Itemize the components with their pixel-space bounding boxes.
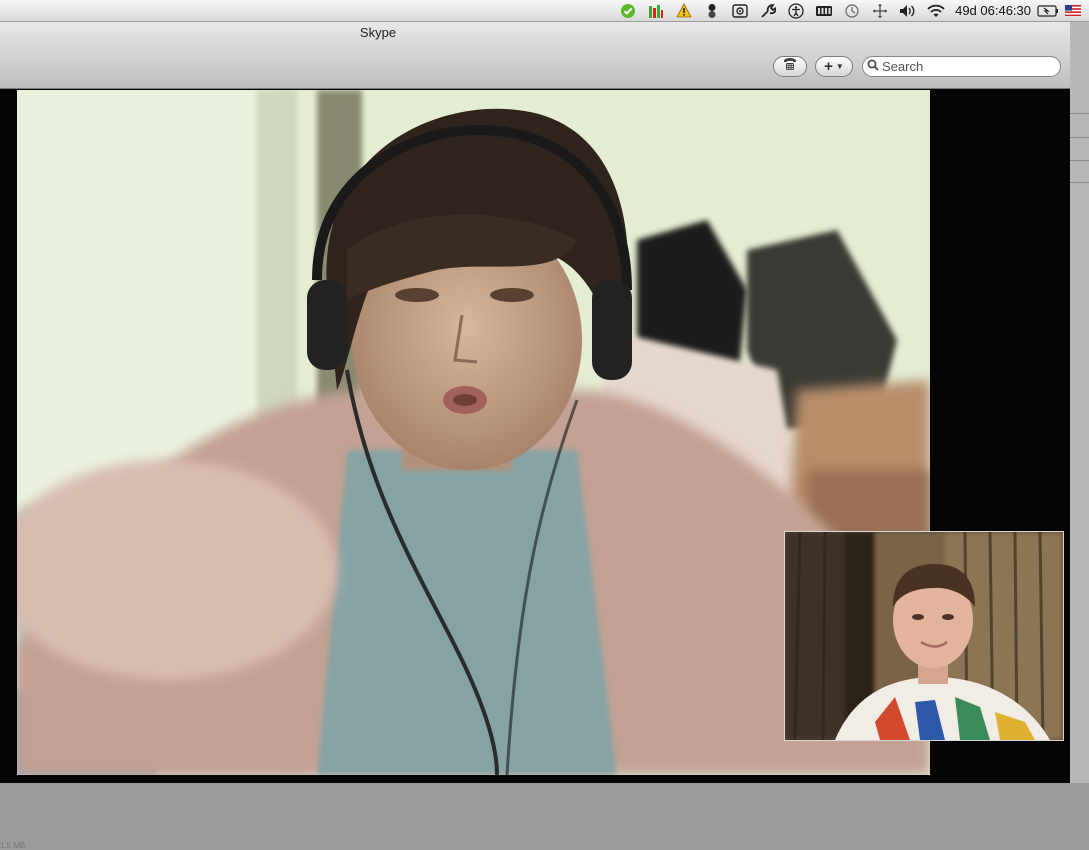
- warning-icon[interactable]: [673, 0, 695, 22]
- us-flag-icon[interactable]: [1065, 0, 1081, 22]
- time-machine-icon[interactable]: [841, 0, 863, 22]
- battery-icon[interactable]: [1037, 0, 1059, 22]
- activity-monitor-icon[interactable]: [645, 0, 667, 22]
- accessibility-icon[interactable]: [785, 0, 807, 22]
- airport-scan-icon[interactable]: [729, 0, 751, 22]
- skype-window: Skype + ▼ Search 1.5 MB: [0, 22, 1070, 850]
- wifi-icon[interactable]: [925, 0, 947, 22]
- spaces-icon[interactable]: [869, 0, 891, 22]
- menubar-clock[interactable]: 49d 06:46:30: [955, 3, 1031, 18]
- growl-icon[interactable]: [701, 0, 723, 22]
- search-input[interactable]: [882, 59, 1052, 74]
- chevron-down-icon: ▼: [835, 62, 844, 71]
- video-call-area: 1.5 MB: [0, 89, 1070, 850]
- status-size-text: 1.5 MB: [0, 841, 26, 850]
- skype-status-icon[interactable]: [617, 0, 639, 22]
- window-title: Skype: [359, 25, 397, 40]
- search-icon: [867, 58, 879, 76]
- self-view-video[interactable]: [784, 531, 1064, 741]
- window-titlebar[interactable]: Skype + ▼: [0, 22, 1070, 89]
- search-field[interactable]: [862, 56, 1061, 77]
- add-button[interactable]: + ▼: [815, 56, 853, 77]
- volume-icon[interactable]: [897, 0, 919, 22]
- menu-bar: 49d 06:46:30: [0, 0, 1089, 22]
- tool-icon[interactable]: [757, 0, 779, 22]
- desktop-background: [1070, 22, 1089, 783]
- dialpad-icon: [782, 57, 798, 76]
- add-label: +: [824, 58, 833, 75]
- battery-meter-icon[interactable]: [813, 0, 835, 22]
- dialpad-button[interactable]: [773, 56, 807, 77]
